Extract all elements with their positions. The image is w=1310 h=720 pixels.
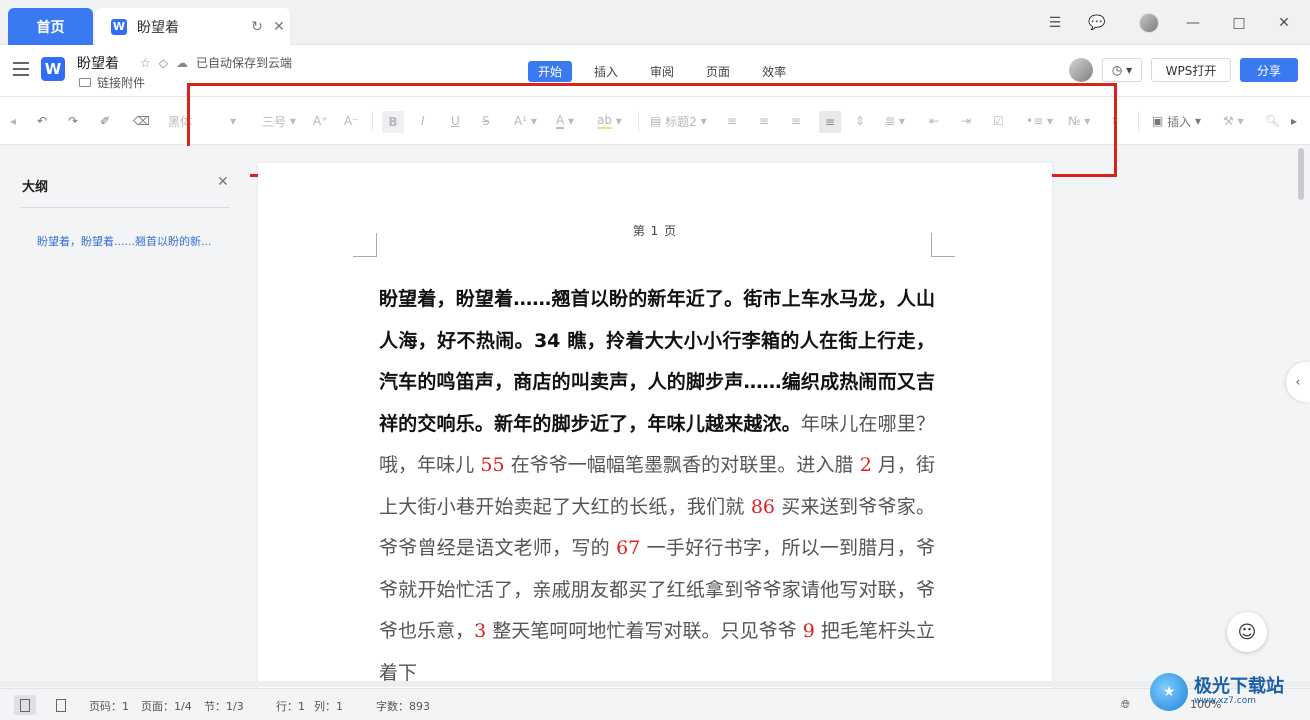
- outline-item[interactable]: 盼望着，盼望着......翘首以盼的新...: [37, 233, 211, 249]
- clock-icon: ◷: [1111, 63, 1123, 77]
- tab-efficiency[interactable]: 效率: [752, 61, 796, 82]
- close-window-icon[interactable]: ✕: [1273, 10, 1295, 36]
- document-body[interactable]: 盼望着，盼望着……翘首以盼的新年近了。街市上车水马龙，人山人海，好不热闹。34 …: [379, 279, 935, 693]
- column-indicator: 列：1: [314, 700, 343, 713]
- history-button[interactable]: ◷ ▾: [1102, 58, 1142, 82]
- page-corner-mark: [353, 233, 377, 257]
- body-paragraph: 年味儿在哪里？哦，年味儿 55 在爷爷一幅幅笔墨飘香的对联里。进入腊 2 月，街…: [379, 413, 935, 684]
- tab-bar: 首页 W 盼望着 ↻ ✕ ☰ 💬 — □ ✕: [0, 0, 1310, 45]
- redo-icon[interactable]: ↷: [68, 111, 78, 131]
- maximize-icon[interactable]: □: [1228, 10, 1250, 36]
- watermark-logo: ★: [1150, 673, 1188, 711]
- tab-review[interactable]: 审阅: [640, 61, 684, 82]
- page-count: 页面：1/4: [141, 700, 192, 713]
- row-indicator: 行：1: [276, 700, 305, 713]
- cloud-icon: ☁: [176, 55, 188, 70]
- wps-writer-icon: W: [111, 18, 127, 35]
- vertical-scrollbar[interactable]: [1298, 148, 1304, 200]
- format-painter-icon[interactable]: ✐: [100, 111, 110, 131]
- chevron-left-icon: ‹: [1295, 374, 1301, 390]
- outline-title: 大纲: [22, 180, 49, 195]
- search-icon[interactable]: 🔍︎: [1265, 111, 1280, 131]
- insert-dropdown[interactable]: ▣ 插入 ▾: [1152, 111, 1201, 131]
- watermark-url: www.xz7.com: [1194, 696, 1256, 706]
- section-count: 节：1/3: [204, 700, 244, 713]
- tab-home[interactable]: 首页: [8, 8, 93, 45]
- list-menu-icon[interactable]: ☰: [1044, 10, 1066, 36]
- tag-icon[interactable]: ◇: [159, 56, 168, 70]
- watermark-name: 极光下载站: [1194, 676, 1284, 697]
- wps-open-button[interactable]: WPS打开: [1151, 58, 1231, 82]
- attach-label: 链接附件: [97, 76, 146, 90]
- globe-icon[interactable]: 🌐︎: [1121, 698, 1130, 712]
- autosave-status: 已自动保存到云端: [196, 56, 293, 70]
- wps-logo-icon: W: [41, 57, 65, 81]
- highlighted-number: 2: [859, 454, 872, 476]
- insert-label: 插入: [1167, 114, 1192, 129]
- collaborator-avatar[interactable]: [1069, 58, 1093, 82]
- highlighted-number: 9: [802, 620, 815, 642]
- chevron-down-icon: ▾: [1126, 63, 1133, 77]
- refresh-icon[interactable]: ↻: [246, 19, 268, 35]
- folder-icon: [79, 78, 91, 87]
- page-view-icon: [56, 698, 66, 712]
- toolbar-divider: [1138, 111, 1139, 131]
- body-text: 整天笔呵呵地忙着写对联。只见爷爷: [486, 620, 803, 642]
- user-avatar[interactable]: [1138, 10, 1160, 36]
- outline-panel: 大纲 ✕ 盼望着，盼望着......翘首以盼的新...: [0, 146, 250, 686]
- tab-start[interactable]: 开始: [528, 61, 573, 82]
- outline-divider: [20, 207, 230, 208]
- horizontal-scrollbar[interactable]: [0, 681, 1310, 687]
- document-page[interactable]: 第 1 页 盼望着，盼望着……翘首以盼的新年近了。街市上车水马龙，人山人海，好不…: [258, 163, 1052, 693]
- outline-view-button[interactable]: [14, 695, 36, 715]
- watermark-text-block: 极光下载站 www.xz7.com: [1188, 676, 1284, 707]
- header-right-actions: ◷ ▾ WPS打开 分享: [1069, 58, 1298, 82]
- hamburger-menu-icon[interactable]: [13, 62, 29, 76]
- tools-icon[interactable]: ⚒ ▾: [1223, 111, 1244, 131]
- document-actions: ☆ ◇ ☁ 已自动保存到云端: [140, 54, 292, 71]
- share-button[interactable]: 分享: [1240, 58, 1298, 82]
- highlighted-number: 86: [750, 495, 776, 518]
- avatar: [1139, 13, 1159, 33]
- scroll-left-icon[interactable]: ◂: [10, 111, 16, 131]
- ribbon-tabs: 开始 插入 审阅 页面 效率: [528, 61, 808, 82]
- word-count: 字数：893: [376, 700, 430, 713]
- eraser-icon[interactable]: ⌫: [133, 111, 150, 131]
- close-tab-icon[interactable]: ✕: [268, 19, 290, 35]
- tab-document-title: 盼望着: [137, 19, 179, 36]
- tab-insert[interactable]: 插入: [584, 61, 628, 82]
- minimize-icon[interactable]: —: [1182, 10, 1204, 36]
- body-text: 在爷爷一幅幅笔墨飘香的对联里。进入腊: [504, 454, 860, 476]
- highlighted-number: 55: [480, 454, 505, 476]
- highlighted-number: 3: [474, 620, 487, 642]
- tab-page[interactable]: 页面: [696, 61, 740, 82]
- undo-icon[interactable]: ↶: [37, 111, 47, 131]
- close-icon[interactable]: ✕: [217, 174, 229, 190]
- assistant-icon[interactable]: ☺: [1227, 612, 1267, 652]
- star-icon[interactable]: ☆: [140, 56, 151, 70]
- outline-view-icon: [20, 698, 30, 712]
- collapse-panel-tab[interactable]: ‹: [1286, 362, 1310, 402]
- attach-link[interactable]: 链接附件: [79, 74, 145, 91]
- document-name[interactable]: 盼望着: [77, 53, 119, 73]
- page-view-button[interactable]: [50, 695, 72, 715]
- status-bar: 页码：1 页面：1/4 节：1/3 行：1 列：1 字数：893 🌐︎ 100%: [0, 688, 1310, 720]
- page-corner-mark: [931, 233, 955, 257]
- page-code: 页码：1: [89, 700, 129, 713]
- tab-document[interactable]: W 盼望着 ↻ ✕: [95, 8, 290, 45]
- chat-icon[interactable]: 💬: [1086, 10, 1108, 36]
- scroll-right-icon[interactable]: ▸: [1291, 111, 1297, 131]
- watermark: ★ 极光下载站 www.xz7.com: [1150, 664, 1310, 720]
- highlighted-number: 67: [616, 537, 641, 559]
